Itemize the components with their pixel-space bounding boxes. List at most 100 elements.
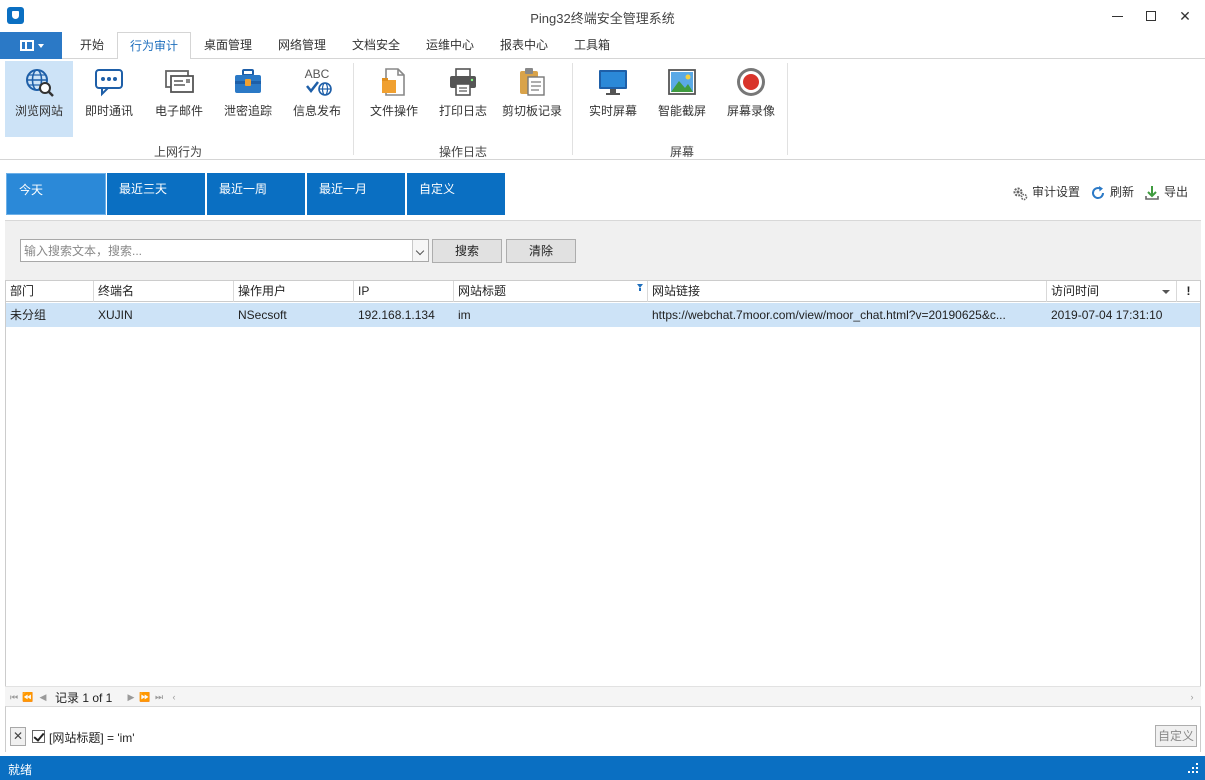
column-header-visit-time[interactable]: 访问时间 xyxy=(1047,281,1177,302)
maximize-icon xyxy=(1146,11,1156,21)
title-bar: Ping32终端安全管理系统 ✕ xyxy=(0,0,1205,32)
abc-text: ABC xyxy=(305,67,330,81)
records-grid: 部门 终端名 操作用户 IP 网站标题 网站链接 访问时间 ! 未分组 XUJI… xyxy=(5,280,1201,707)
date-filter-today[interactable]: 今天 xyxy=(6,173,106,215)
gear-icon xyxy=(1013,187,1028,201)
scroll-left-icon[interactable]: ‹ xyxy=(168,691,180,703)
tab-document-security[interactable]: 文档安全 xyxy=(340,32,412,59)
column-header-department[interactable]: 部门 xyxy=(6,281,94,302)
group-separator xyxy=(572,63,573,155)
instant-messaging-button[interactable]: 即时通讯 xyxy=(75,61,143,137)
abc-publish-icon: ABC xyxy=(305,67,332,96)
clipboard-icon xyxy=(520,68,545,96)
column-header-alert[interactable]: ! xyxy=(1177,281,1200,302)
column-header-site-url[interactable]: 网站链接 xyxy=(648,281,1047,302)
instant-messaging-label: 即时通讯 xyxy=(84,104,133,118)
audit-settings-button[interactable]: 审计设置 xyxy=(1012,183,1080,201)
panel-menu-icon xyxy=(20,40,34,51)
column-header-ip[interactable]: IP xyxy=(354,281,454,302)
chevron-down-icon xyxy=(38,44,44,48)
tab-desktop-management[interactable]: 桌面管理 xyxy=(192,32,264,59)
printer-icon xyxy=(450,68,476,96)
column-header-label: 操作用户 xyxy=(238,284,287,298)
file-operations-button[interactable]: 文件操作 xyxy=(360,61,428,137)
tab-operations-center[interactable]: 运维中心 xyxy=(413,32,487,59)
refresh-label: 刷新 xyxy=(1110,185,1135,199)
search-history-dropdown-button[interactable] xyxy=(412,240,428,261)
screen-recording-button[interactable]: 屏幕录像 xyxy=(717,61,785,137)
next-page-icon[interactable]: ⏩ xyxy=(139,691,151,703)
group-label-screen: 屏幕 xyxy=(669,145,694,159)
tab-network-management[interactable]: 网络管理 xyxy=(265,32,339,59)
previous-page-icon[interactable]: ⏪ xyxy=(22,691,34,703)
cell-operator-user: NSecsoft xyxy=(238,308,287,322)
next-record-icon[interactable]: ▶ xyxy=(125,691,137,703)
clipboard-record-button[interactable]: 剪切板记录 xyxy=(498,61,566,137)
leak-tracking-label: 泄密追踪 xyxy=(223,104,272,118)
window-title: Ping32终端安全管理系统 xyxy=(530,11,675,26)
browse-websites-label: 浏览网站 xyxy=(14,104,63,118)
ribbon-tabs: 开始 行为审计 桌面管理 网络管理 文档安全 运维中心 报表中心 工具箱 xyxy=(0,32,1205,60)
filter-panel: ✕ [网站标题] = 'im' 自定义 xyxy=(5,706,1201,752)
export-label: 导出 xyxy=(1164,185,1189,199)
customize-filter-button[interactable]: 自定义 xyxy=(1155,725,1197,747)
scroll-right-icon[interactable]: › xyxy=(1186,691,1198,703)
monitor-icon xyxy=(599,70,627,95)
chat-bubble-icon xyxy=(95,69,123,97)
clear-filter-button[interactable]: ✕ xyxy=(10,727,26,746)
maximize-button[interactable] xyxy=(1134,0,1168,32)
application-menu-button[interactable] xyxy=(0,32,62,59)
search-combobox[interactable] xyxy=(20,239,429,262)
date-filter-last-week[interactable]: 最近一周 xyxy=(207,173,305,215)
tab-behavior-audit[interactable]: 行为审计 xyxy=(117,32,191,60)
smart-screenshot-label: 智能截屏 xyxy=(657,104,706,118)
date-filter-area: 今天 最近三天 最近一周 最近一月 自定义 审计设置 刷新 导出 xyxy=(0,160,1205,220)
grid-header: 部门 终端名 操作用户 IP 网站标题 网站链接 访问时间 ! xyxy=(6,280,1200,302)
file-operation-icon xyxy=(382,68,405,96)
column-header-site-title[interactable]: 网站标题 xyxy=(454,281,648,302)
email-button[interactable]: 电子邮件 xyxy=(145,61,213,137)
minimize-button[interactable] xyxy=(1100,0,1134,32)
browse-websites-button[interactable]: 浏览网站 xyxy=(5,61,73,137)
smart-screenshot-button[interactable]: 智能截屏 xyxy=(648,61,716,137)
date-filter-last-three-days[interactable]: 最近三天 xyxy=(107,173,205,215)
realtime-screen-button[interactable]: 实时屏幕 xyxy=(579,61,647,137)
cell-department: 未分组 xyxy=(10,308,47,322)
group-separator xyxy=(353,63,354,155)
previous-record-icon[interactable]: ◀ xyxy=(37,691,49,703)
leak-tracking-button[interactable]: 泄密追踪 xyxy=(214,61,282,137)
column-header-label: 访问时间 xyxy=(1051,284,1100,298)
filter-icon[interactable] xyxy=(637,284,643,291)
search-panel: 搜索 清除 xyxy=(5,220,1201,280)
record-count-text: 记录 1 of 1 xyxy=(55,691,113,705)
clear-button[interactable]: 清除 xyxy=(506,239,576,263)
print-log-button[interactable]: 打印日志 xyxy=(429,61,497,137)
tab-report-center[interactable]: 报表中心 xyxy=(488,32,560,59)
close-button[interactable]: ✕ xyxy=(1168,0,1202,32)
email-icon xyxy=(165,70,194,93)
date-filter-last-month[interactable]: 最近一月 xyxy=(307,173,405,215)
cell-terminal-name: XUJIN xyxy=(98,308,133,322)
export-button[interactable]: 导出 xyxy=(1144,183,1188,201)
column-header-operator-user[interactable]: 操作用户 xyxy=(234,281,354,302)
filter-expression[interactable]: [网站标题] = 'im' xyxy=(49,729,135,746)
refresh-icon xyxy=(1092,185,1105,199)
last-record-icon[interactable]: ⏭ xyxy=(153,691,165,703)
resize-grip-icon[interactable] xyxy=(1187,762,1199,774)
column-header-terminal-name[interactable]: 终端名 xyxy=(94,281,234,302)
first-record-icon[interactable]: ⏮ xyxy=(8,691,20,703)
tab-toolbox[interactable]: 工具箱 xyxy=(561,32,623,59)
tab-start[interactable]: 开始 xyxy=(68,32,116,59)
date-filter-custom[interactable]: 自定义 xyxy=(407,173,505,215)
image-icon xyxy=(668,69,696,95)
search-input[interactable] xyxy=(24,242,409,259)
status-text: 就绪 xyxy=(8,763,33,777)
info-publish-label: 信息发布 xyxy=(292,104,341,118)
table-row[interactable]: 未分组 XUJIN NSecsoft 192.168.1.134 im http… xyxy=(6,303,1200,327)
record-icon xyxy=(737,68,765,96)
info-publish-button[interactable]: ABC 信息发布 xyxy=(283,61,351,137)
filter-enabled-checkbox[interactable] xyxy=(32,730,45,743)
refresh-button[interactable]: 刷新 xyxy=(1090,183,1134,201)
file-operations-label: 文件操作 xyxy=(369,104,418,118)
search-button[interactable]: 搜索 xyxy=(432,239,502,263)
